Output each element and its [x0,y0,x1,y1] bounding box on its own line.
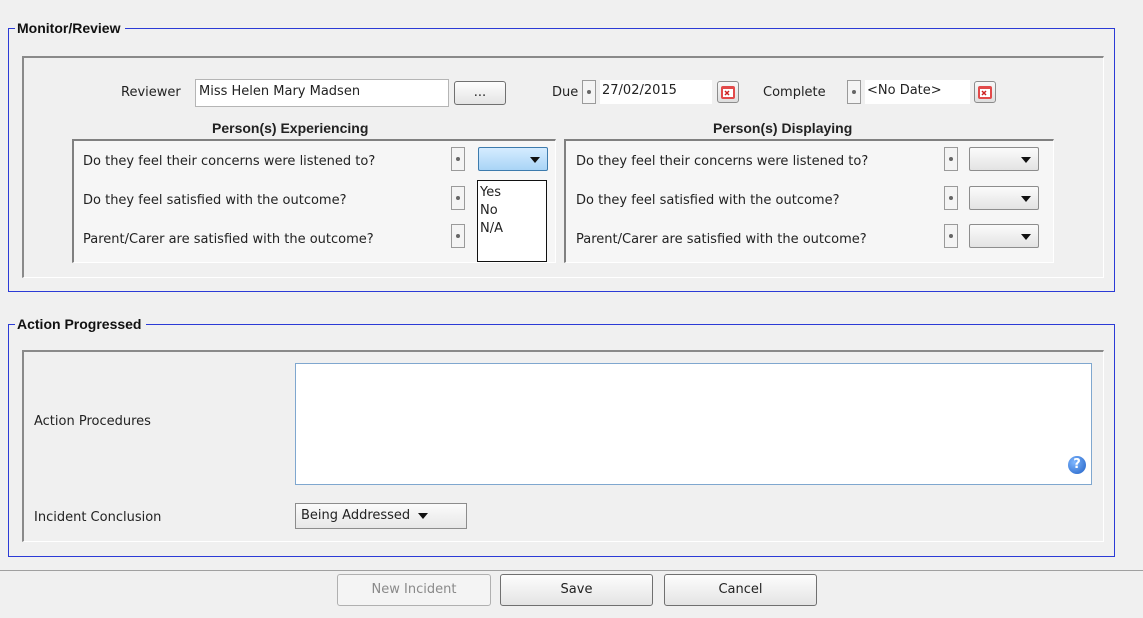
null-toggle-icon [587,90,591,94]
null-toggle-icon [456,196,460,200]
reviewer-label: Reviewer [121,85,181,100]
null-toggle-icon [949,157,953,161]
complete-null-toggle[interactable] [847,80,861,104]
displaying-header: Person(s) Displaying [713,120,853,136]
due-null-toggle[interactable] [582,80,596,104]
disp-q3-combo[interactable] [969,224,1039,248]
null-toggle-icon [456,157,460,161]
dropdown-option-na[interactable]: N/A [478,220,546,238]
chevron-down-icon [530,157,540,163]
chevron-down-icon [1021,157,1031,163]
dropdown-option-yes[interactable]: Yes [478,184,546,202]
calendar-icon [978,86,992,99]
help-icon[interactable]: ? [1068,456,1086,474]
disp-q1-combo[interactable] [969,147,1039,171]
save-button[interactable]: Save [500,574,653,606]
exp-question-1: Do they feel their concerns were listene… [83,154,376,169]
exp-question-2: Do they feel satisfied with the outcome? [83,193,347,208]
action-procedures-label: Action Procedures [34,414,151,429]
exp-q2-null-toggle[interactable] [451,186,465,210]
incident-conclusion-value: Being Addressed [301,508,411,523]
chevron-down-icon [418,512,429,519]
reviewer-browse-button[interactable]: ... [454,81,506,105]
disp-q2-null-toggle[interactable] [944,186,958,210]
due-label: Due [552,85,579,100]
new-incident-button[interactable]: New Incident [337,574,491,606]
disp-q3-null-toggle[interactable] [944,224,958,248]
chevron-down-icon [1021,234,1031,240]
chevron-down-icon [1021,196,1031,202]
action-progressed-title: Action Progressed [15,316,147,332]
complete-calendar-button[interactable] [974,81,996,103]
exp-question-3: Parent/Carer are satisfied with the outc… [83,232,374,247]
disp-question-3: Parent/Carer are satisfied with the outc… [576,232,867,247]
exp-q1-dropdown-list: Yes No N/A [477,180,547,262]
experiencing-header: Person(s) Experiencing [212,120,369,136]
calendar-icon [721,86,735,99]
complete-label: Complete [763,85,826,100]
monitor-review-title: Monitor/Review [15,20,126,36]
exp-q1-combo[interactable] [478,147,548,171]
exp-q3-null-toggle[interactable] [451,224,465,248]
cancel-button[interactable]: Cancel [664,574,817,606]
disp-q1-null-toggle[interactable] [944,147,958,171]
due-calendar-button[interactable] [717,81,739,103]
null-toggle-icon [456,234,460,238]
exp-q1-null-toggle[interactable] [451,147,465,171]
incident-conclusion-label: Incident Conclusion [34,510,162,525]
null-toggle-icon [949,196,953,200]
disp-question-1: Do they feel their concerns were listene… [576,154,869,169]
action-procedures-field[interactable] [295,363,1092,485]
reviewer-field[interactable]: Miss Helen Mary Madsen [195,79,449,107]
null-toggle-icon [949,234,953,238]
footer-divider [0,570,1143,571]
complete-date-field[interactable]: <No Date> [865,80,970,104]
null-toggle-icon [852,90,856,94]
disp-q2-combo[interactable] [969,186,1039,210]
dropdown-option-no[interactable]: No [478,202,546,220]
incident-conclusion-select[interactable]: Being Addressed [295,503,467,529]
disp-question-2: Do they feel satisfied with the outcome? [576,193,840,208]
due-date-field[interactable]: 27/02/2015 [600,80,712,104]
